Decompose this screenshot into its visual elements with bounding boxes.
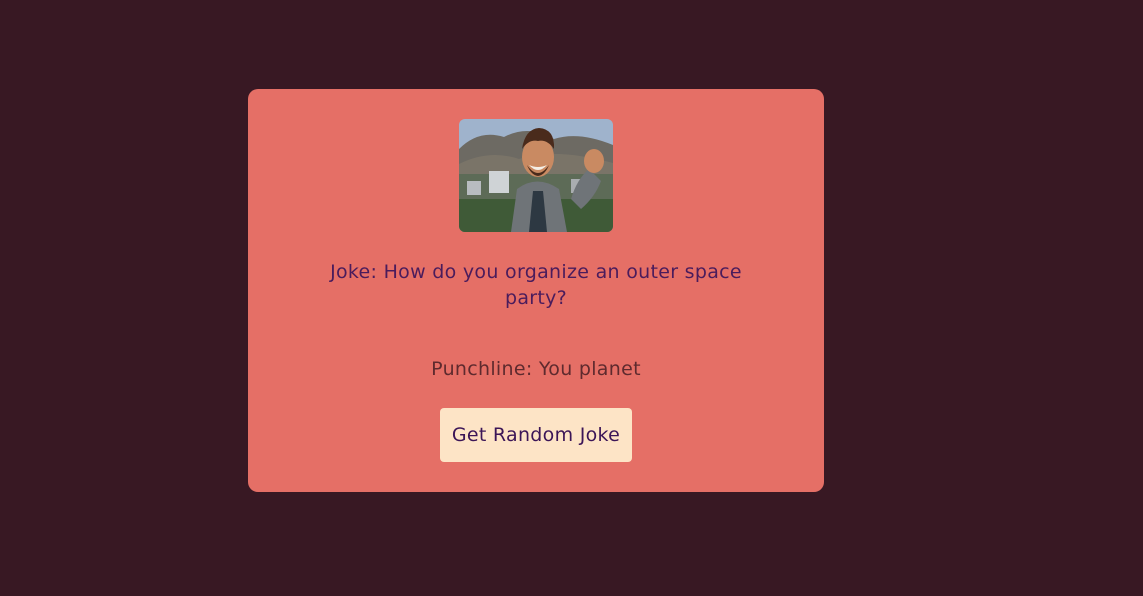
punchline-text: Punchline: You planet [431,358,641,380]
joke-card: Joke: How do you organize an outer space… [248,89,824,492]
meme-image [459,119,613,232]
joke-text: Joke: How do you organize an outer space… [330,261,742,309]
get-random-joke-button[interactable]: Get Random Joke [440,408,632,462]
